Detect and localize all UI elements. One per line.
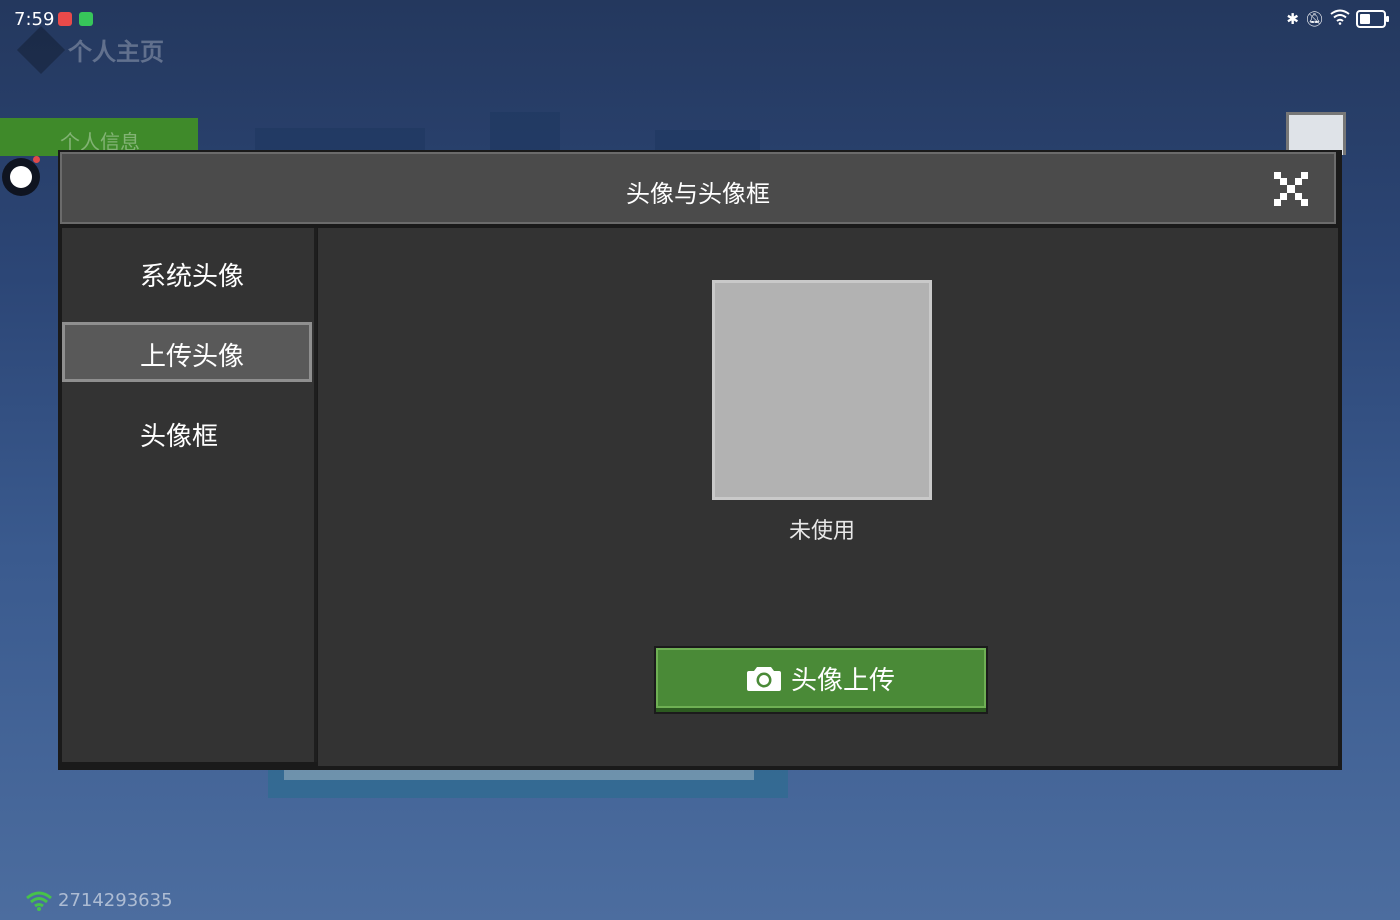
floating-assistant-button[interactable]	[2, 156, 40, 196]
bluetooth-icon: ✱	[1286, 10, 1299, 28]
close-button[interactable]	[1274, 172, 1308, 206]
wifi-status-icon	[1330, 9, 1350, 29]
status-bar: 7:59 ✱ 🔕︎	[0, 0, 1400, 38]
avatar-status-label: 未使用	[788, 519, 855, 544]
sidebar-item-label: 头像框	[140, 422, 219, 452]
background-banner	[255, 128, 425, 150]
background-block	[490, 112, 560, 150]
sidebar-item-label: 系统头像	[140, 262, 245, 292]
sidebar-item-system-avatar[interactable]: 系统头像	[62, 242, 312, 302]
mute-icon: 🔕︎	[1304, 10, 1324, 28]
dialog-sidebar: 系统头像 上传头像 头像框	[62, 228, 317, 762]
wifi-icon	[26, 891, 52, 911]
background-page-header: 个人主页	[16, 25, 164, 74]
notification-app-icon	[58, 12, 72, 26]
close-icon	[1274, 172, 1308, 206]
battery-icon	[1356, 10, 1389, 28]
sidebar-item-label: 上传头像	[140, 342, 245, 372]
camera-icon	[746, 664, 781, 692]
floating-assistant-dot	[10, 166, 32, 188]
upload-avatar-button-face: 头像上传	[656, 648, 986, 708]
background-page-title: 个人主页	[68, 38, 164, 66]
background-settings-icon	[1286, 112, 1346, 155]
avatar-dialog: 头像与头像框 系统头像 上传头像 头像框 未使用 头像上传	[58, 150, 1342, 770]
background-bottom-strip	[284, 770, 754, 780]
status-time: 7:59	[14, 9, 55, 30]
dialog-title: 头像与头像框	[626, 180, 770, 208]
upload-avatar-button-label: 头像上传	[790, 665, 895, 696]
dialog-header: 头像与头像框	[60, 152, 1336, 224]
status-icons: ✱ 🔕︎	[1286, 9, 1389, 29]
upload-avatar-button-shadow	[656, 708, 986, 712]
dialog-content: 未使用 头像上传	[318, 228, 1338, 766]
back-icon	[16, 25, 66, 74]
upload-avatar-button[interactable]: 头像上传	[654, 646, 988, 714]
user-id-text: 2714293635	[58, 890, 173, 911]
notification-dot	[33, 156, 40, 163]
sidebar-item-upload-avatar[interactable]: 上传头像	[62, 322, 312, 382]
background-block	[655, 130, 760, 150]
sidebar-item-avatar-frame[interactable]: 头像框	[62, 402, 312, 462]
footer-user-id: 2714293635	[26, 890, 173, 911]
avatar-preview	[712, 280, 932, 500]
wechat-notification-icon	[79, 12, 93, 26]
